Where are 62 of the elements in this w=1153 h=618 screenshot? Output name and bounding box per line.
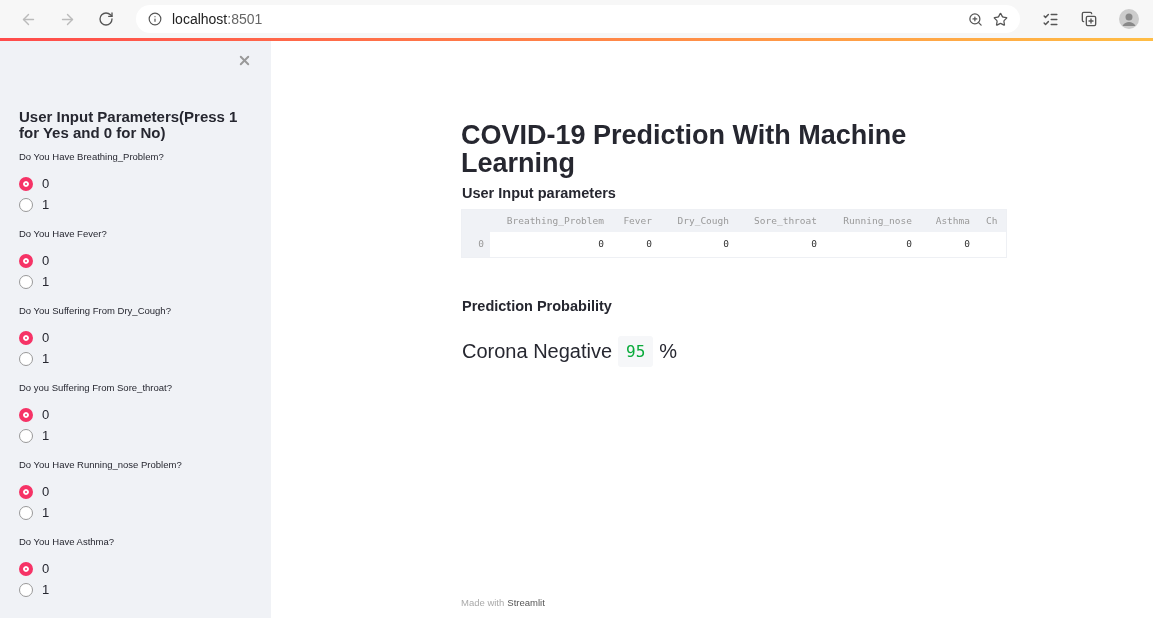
radio-label[interactable]: 1 — [42, 505, 50, 520]
table-cell-text: 0 — [722, 237, 730, 251]
column-header: Fever — [610, 210, 658, 232]
radio-button[interactable] — [19, 484, 33, 499]
column-header: Asthma — [918, 210, 976, 232]
info-icon[interactable] — [148, 12, 162, 26]
column-header: Dry_Cough — [658, 210, 735, 232]
result-value: 95 — [618, 336, 654, 367]
radio-button[interactable] — [19, 274, 33, 289]
radio-button[interactable] — [19, 330, 33, 345]
question-label: Do you Suffering From Sore_throat? — [19, 382, 173, 395]
radio-label[interactable]: 0 — [42, 176, 50, 191]
question-label: Do You Suffering From Dry_Cough? — [19, 305, 172, 318]
question-label: Do You Have Breathing_Problem? — [19, 151, 165, 164]
table-cell-text: 0 — [963, 237, 971, 251]
question-label: Do You Have Running_nose Problem? — [19, 459, 183, 472]
footer-text: Made with — [461, 597, 505, 608]
sidebar-title: User Input Parameters(Press 1 for Yes and 0 for No) — [19, 109, 239, 141]
column-header: Sore_throat — [735, 210, 823, 232]
radio-button[interactable] — [19, 253, 33, 268]
close-icon[interactable] — [237, 53, 252, 68]
radio-label[interactable]: 1 — [42, 197, 50, 212]
radio-button[interactable] — [19, 505, 33, 520]
address-bar[interactable]: localhost:8501 — [136, 5, 1020, 33]
section-heading: Prediction Probability — [462, 298, 613, 314]
radio-button[interactable] — [19, 351, 33, 366]
radio-label[interactable]: 1 — [42, 351, 50, 366]
radio-label[interactable]: 0 — [42, 484, 50, 499]
profile-icon[interactable] — [1119, 9, 1139, 29]
radio-label[interactable]: 0 — [42, 330, 50, 345]
star-icon[interactable] — [993, 11, 1008, 27]
question-label: Do You Have Fever? — [19, 228, 108, 241]
radio-button[interactable] — [19, 561, 33, 576]
table-cell-text: 0 — [645, 237, 653, 251]
collections-icon[interactable] — [1081, 11, 1097, 27]
radio-label[interactable]: 1 — [42, 428, 50, 443]
radio-button[interactable] — [19, 582, 33, 597]
radio-button[interactable] — [19, 407, 33, 422]
radio-label[interactable]: 0 — [42, 561, 50, 576]
column-header: Running_nose — [823, 210, 918, 232]
radio-label[interactable]: 1 — [42, 582, 50, 597]
question-label: Do You Have Asthma? — [19, 536, 116, 549]
table-cell-text: 0 — [597, 237, 605, 251]
radio-label[interactable]: 0 — [42, 407, 50, 422]
url-text: localhost:8501 — [172, 11, 263, 27]
table-cell-text: 0 — [905, 237, 913, 251]
result-unit: % — [659, 340, 678, 363]
reload-icon[interactable] — [98, 11, 114, 27]
radio-button[interactable] — [19, 428, 33, 443]
radio-label[interactable]: 1 — [42, 274, 50, 289]
result-label: Corona Negative — [462, 340, 613, 363]
page-title: COVID-19 Prediction With Machine Learning — [461, 121, 908, 177]
zoom-icon[interactable] — [968, 11, 983, 27]
streamlit-link[interactable]: Streamlit — [507, 597, 545, 608]
table-cell-text: 0 — [810, 237, 818, 251]
section-heading: User Input parameters — [462, 185, 617, 201]
column-header: Ch — [976, 210, 1006, 232]
radio-label[interactable]: 0 — [42, 253, 50, 268]
radio-button[interactable] — [19, 176, 33, 191]
row-index: 0 — [462, 232, 490, 257]
radio-button[interactable] — [19, 197, 33, 212]
column-header: Breathing_Problem — [490, 210, 610, 232]
